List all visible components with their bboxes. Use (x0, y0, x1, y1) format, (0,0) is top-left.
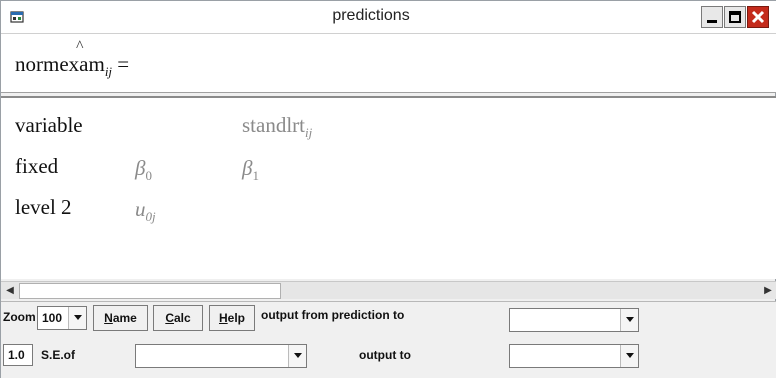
maximize-icon (729, 11, 741, 23)
name-button[interactable]: Name (93, 305, 148, 331)
chevron-down-icon[interactable] (620, 309, 638, 331)
row-label-level-2: level 2 (15, 195, 72, 219)
zoom-select[interactable]: 100 (37, 306, 87, 330)
scroll-thumb[interactable] (19, 283, 281, 299)
beta-0-sub: 0 (145, 168, 152, 183)
close-button[interactable] (747, 6, 769, 28)
minimize-button[interactable] (701, 6, 723, 28)
name-button-accel: N (104, 311, 113, 325)
row-label-variable: variable (15, 113, 83, 137)
scroll-left-icon[interactable]: ◀ (3, 284, 17, 298)
bottom-toolbar: Zoom 100 Name Calc Help output from pred… (1, 301, 776, 378)
chevron-down-icon[interactable] (68, 307, 86, 329)
help-button-accel: H (218, 311, 228, 325)
fixed-beta-1[interactable]: β1 (242, 156, 259, 184)
hat-accent: ^ (76, 38, 84, 55)
equation[interactable]: normexam ^ ij = (15, 38, 130, 80)
title-bar[interactable]: predictions (1, 1, 776, 33)
equation-pane[interactable]: normexam ^ ij = (1, 33, 776, 93)
equation-lhs-text: normexam (15, 52, 105, 76)
calc-button-label: alc (173, 311, 191, 325)
minimize-icon (707, 20, 717, 23)
equation-equals: = (117, 52, 130, 76)
chevron-down-icon[interactable] (620, 345, 638, 367)
u-0j-sub: 0j (145, 209, 156, 224)
beta-0-symbol: β (135, 156, 146, 180)
help-button-label: elp (227, 311, 245, 325)
chevron-down-icon[interactable] (288, 345, 306, 367)
close-icon (751, 10, 765, 24)
scroll-right-icon[interactable]: ▶ (761, 284, 775, 298)
row-label-fixed: fixed (15, 154, 59, 178)
calc-button-accel: C (165, 311, 174, 325)
model-table[interactable]: variable standlrtij fixed β0 β1 level 2 … (1, 96, 776, 279)
fixed-beta-0[interactable]: β0 (135, 156, 152, 184)
beta-1-sub: 1 (252, 168, 259, 183)
variable-standlrt-sub: ij (305, 125, 313, 140)
se-select[interactable] (135, 344, 307, 368)
equation-subscript: ij (104, 64, 113, 79)
output-from-select[interactable] (509, 308, 639, 332)
output-to-select[interactable] (509, 344, 639, 368)
calc-button[interactable]: Calc (153, 305, 203, 331)
window-title: predictions (332, 7, 410, 24)
horizontal-scrollbar[interactable]: ◀ ▶ (1, 281, 776, 299)
beta-1-symbol: β (242, 156, 253, 180)
multiplier-input[interactable]: 1.0 (3, 344, 33, 366)
u-0j-symbol: u (135, 197, 146, 221)
level2-u-0j[interactable]: u0j (135, 197, 156, 225)
equation-lhs: normexam ^ (15, 38, 105, 77)
help-button[interactable]: Help (209, 305, 255, 331)
output-from-label: output from prediction to (261, 308, 405, 322)
predictions-window: predictions normexam ^ ij = variable sta… (0, 0, 776, 378)
maximize-button[interactable] (724, 6, 746, 28)
zoom-label: Zoom (3, 310, 36, 324)
name-button-label: ame (112, 311, 137, 325)
zoom-value: 100 (42, 311, 63, 325)
variable-standlrt-text: standlrt (242, 113, 305, 137)
variable-standlrt[interactable]: standlrtij (242, 113, 312, 141)
output-to-label: output to (359, 348, 411, 362)
se-label: S.E.of (41, 348, 76, 362)
